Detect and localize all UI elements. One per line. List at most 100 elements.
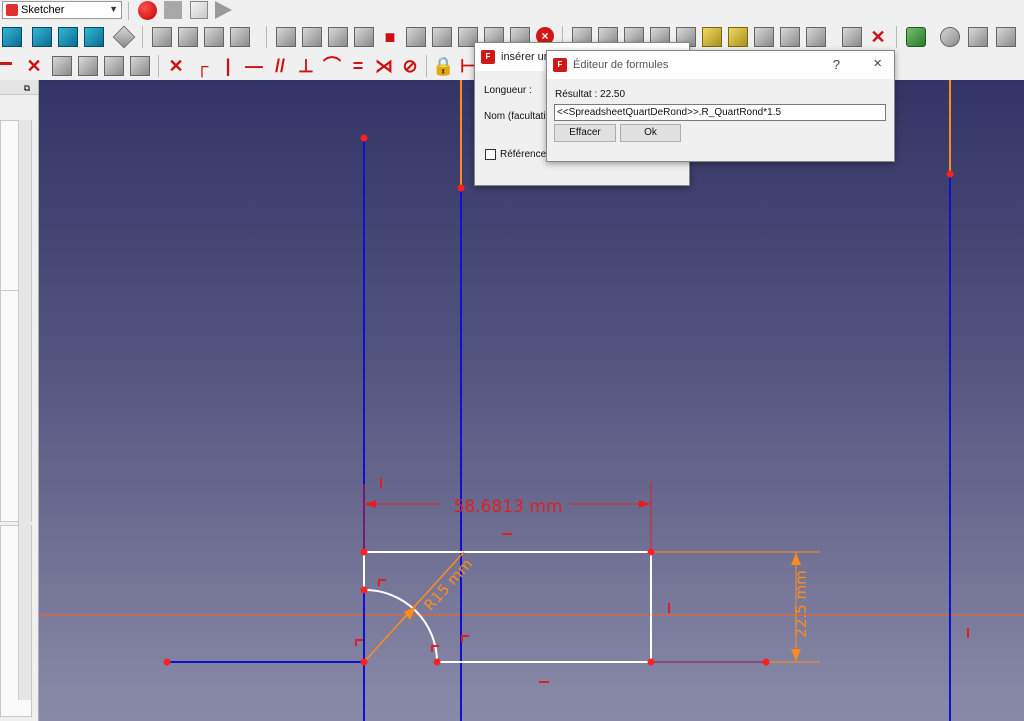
reference-label: Référence bbox=[500, 149, 547, 160]
sketch-point[interactable] bbox=[647, 658, 655, 666]
lock-constraint-icon[interactable]: 🔒 bbox=[432, 56, 454, 76]
execute-macro-icon[interactable] bbox=[215, 1, 232, 19]
symmetric-constraint-icon[interactable]: ⋊ bbox=[374, 56, 394, 76]
dimension-arrow bbox=[791, 553, 801, 565]
view-top-icon[interactable] bbox=[58, 27, 78, 47]
leave-sketch-icon[interactable] bbox=[328, 27, 348, 47]
dimension-horizontal[interactable]: 58.6813 mm bbox=[454, 497, 563, 517]
freecad-logo-icon: F bbox=[481, 50, 495, 64]
edit-sketch-icon[interactable] bbox=[302, 27, 322, 47]
record-macro-icon[interactable] bbox=[138, 1, 157, 20]
sketch-point[interactable] bbox=[360, 134, 368, 142]
toolbar-separator bbox=[128, 2, 129, 20]
tangent-constraint-mark[interactable] bbox=[378, 579, 386, 586]
length-label: Longueur : bbox=[484, 85, 532, 96]
chevron-down-icon: ▼ bbox=[109, 4, 118, 14]
new-sketch-icon[interactable] bbox=[276, 27, 296, 47]
view-front-icon[interactable] bbox=[32, 27, 52, 47]
panel-scrollbar[interactable] bbox=[18, 120, 31, 700]
edit-macro-icon[interactable] bbox=[190, 1, 208, 19]
stop-macro-icon[interactable] bbox=[164, 1, 182, 19]
rectangular-array-icon[interactable] bbox=[842, 27, 862, 47]
sketch-point[interactable] bbox=[946, 170, 954, 178]
ok-button[interactable]: Ok bbox=[620, 124, 681, 142]
toolbar-separator bbox=[426, 55, 427, 77]
bspline-join-icon[interactable] bbox=[996, 27, 1016, 47]
reorient-sketch-icon[interactable] bbox=[432, 27, 452, 47]
map-sketch-icon[interactable] bbox=[406, 27, 426, 47]
part-icon[interactable] bbox=[152, 27, 172, 47]
parallel-constraint-icon[interactable]: // bbox=[270, 56, 290, 76]
workbench-selector[interactable]: Sketcher ▼ bbox=[2, 1, 122, 19]
bspline-knot-icon[interactable] bbox=[968, 27, 988, 47]
fix-point-icon[interactable]: ✕ bbox=[24, 56, 44, 76]
sketch-point[interactable] bbox=[360, 658, 368, 666]
tangent-constraint-icon[interactable]: ⌒ bbox=[322, 56, 342, 76]
freecad-logo-icon: F bbox=[553, 58, 567, 72]
perpendicular-constraint-icon[interactable]: ⊥ bbox=[296, 56, 316, 76]
sketch-point[interactable] bbox=[647, 548, 655, 556]
formula-editor-dialog: F Éditeur de formules ? × Résultat : 22.… bbox=[546, 50, 895, 162]
point-on-object-constraint-icon[interactable]: ┌ bbox=[192, 56, 212, 76]
sketch-point[interactable] bbox=[457, 184, 465, 192]
measure-icon[interactable] bbox=[112, 25, 136, 49]
dimension-arrow bbox=[364, 500, 376, 508]
help-button[interactable]: ? bbox=[833, 57, 840, 72]
bspline-degree-icon[interactable] bbox=[940, 27, 960, 47]
formula-input[interactable]: <<SpreadsheetQuartDeRond>>.R_QuartRond*1… bbox=[554, 104, 886, 121]
sketch-point[interactable] bbox=[360, 548, 368, 556]
bspline-icon[interactable] bbox=[906, 27, 926, 47]
restore-icon[interactable]: ⧉ bbox=[22, 83, 32, 93]
coincident-icon[interactable] bbox=[52, 56, 72, 76]
toolbar-separator bbox=[158, 55, 159, 77]
toolbar-row-1: Sketcher ▼ bbox=[0, 0, 1024, 23]
view-section-icon[interactable]: ■ bbox=[380, 27, 400, 47]
toolbar-separator bbox=[142, 26, 143, 48]
reference-checkbox[interactable] bbox=[485, 149, 496, 160]
formula-editor-titlebar[interactable]: F Éditeur de formules ? × bbox=[547, 51, 894, 79]
view-right-icon[interactable] bbox=[84, 27, 104, 47]
close-button[interactable]: × bbox=[873, 55, 882, 72]
block-constraint-icon[interactable] bbox=[78, 56, 98, 76]
link-actions-icon[interactable] bbox=[230, 27, 250, 47]
toggle-constraint-icon[interactable] bbox=[130, 56, 150, 76]
select-elements-icon[interactable] bbox=[728, 27, 748, 47]
view-isometric-icon[interactable] bbox=[2, 27, 22, 47]
horizontal-line-icon[interactable] bbox=[0, 62, 12, 65]
clone-icon[interactable] bbox=[806, 27, 826, 47]
panel-header bbox=[0, 80, 38, 95]
select-conflicting-icon[interactable] bbox=[702, 27, 722, 47]
show-hide-geometry-icon[interactable] bbox=[754, 27, 774, 47]
link-icon[interactable] bbox=[204, 27, 224, 47]
block-icon[interactable]: ⊘ bbox=[400, 56, 420, 76]
horizontal-constraint-icon[interactable]: — bbox=[244, 56, 264, 76]
symmetry-icon[interactable] bbox=[780, 27, 800, 47]
vertical-constraint-icon[interactable]: | bbox=[218, 56, 238, 76]
folder-icon[interactable] bbox=[178, 27, 198, 47]
tangent-constraint-mark[interactable] bbox=[461, 635, 469, 642]
formula-editor-title: Éditeur de formules bbox=[573, 59, 669, 71]
dimension-radius[interactable]: R15 mm bbox=[420, 555, 476, 614]
sketch-point[interactable] bbox=[163, 658, 171, 666]
coincident-constraint-icon[interactable]: ✕ bbox=[166, 56, 186, 76]
workbench-selector-value: Sketcher bbox=[21, 4, 65, 16]
sketch-point[interactable] bbox=[360, 586, 368, 594]
toolbar-separator bbox=[266, 26, 267, 48]
clear-button[interactable]: Effacer bbox=[554, 124, 616, 142]
delete-geometry-icon[interactable]: ✕ bbox=[868, 27, 888, 47]
sketcher-icon bbox=[6, 4, 18, 16]
toolbar-separator bbox=[896, 26, 897, 48]
sketch-point[interactable] bbox=[433, 658, 441, 666]
dimension-vertical[interactable]: 22.5 mm bbox=[792, 570, 810, 637]
point-on-object-icon[interactable] bbox=[104, 56, 124, 76]
name-label: Nom (facultatif) bbox=[484, 111, 552, 122]
dimension-arrow bbox=[791, 649, 801, 661]
combo-view-panel: ⧉ bbox=[0, 80, 39, 721]
equal-constraint-icon[interactable]: = bbox=[348, 56, 368, 76]
dimension-arrow bbox=[404, 606, 416, 620]
result-label: Résultat : 22.50 bbox=[555, 89, 626, 100]
view-sketch-icon[interactable] bbox=[354, 27, 374, 47]
sketch-point[interactable] bbox=[762, 658, 770, 666]
tangent-constraint-mark[interactable] bbox=[355, 639, 363, 646]
dimension-arrow bbox=[639, 500, 651, 508]
